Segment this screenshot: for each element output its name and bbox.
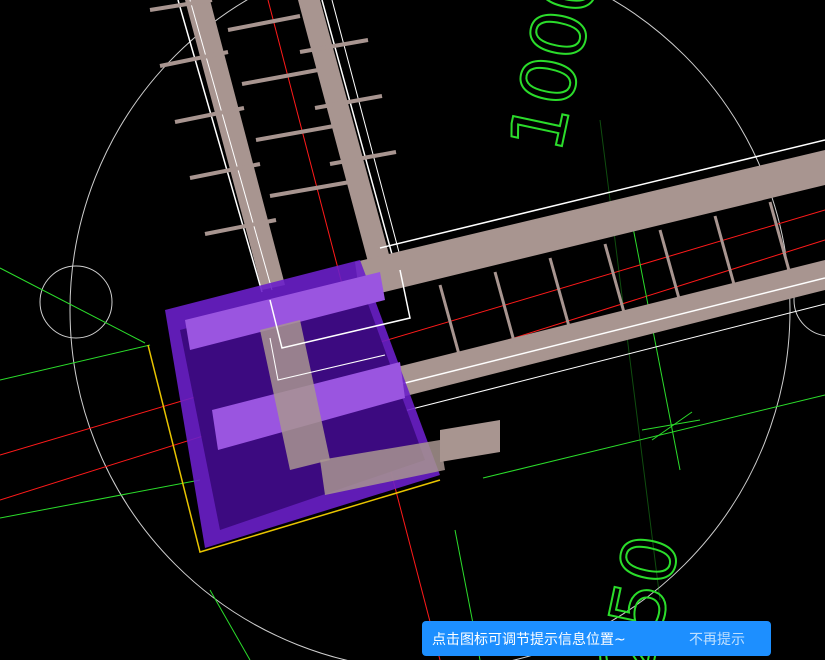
dimension-label-1000: 1000 [493,0,616,159]
horizontal-rebar-cage [355,139,825,462]
dont-show-again-link[interactable]: 不再提示 [689,629,745,649]
cad-3d-viewport[interactable]: 1000 250 [0,0,825,660]
axis-bubble-left [39,265,113,339]
hint-message: 点击图标可调节提示信息位置~ [432,631,626,648]
axis-lines [0,0,825,660]
hint-tooltip[interactable]: 点击图标可调节提示信息位置~ 不再提示 [422,621,771,656]
